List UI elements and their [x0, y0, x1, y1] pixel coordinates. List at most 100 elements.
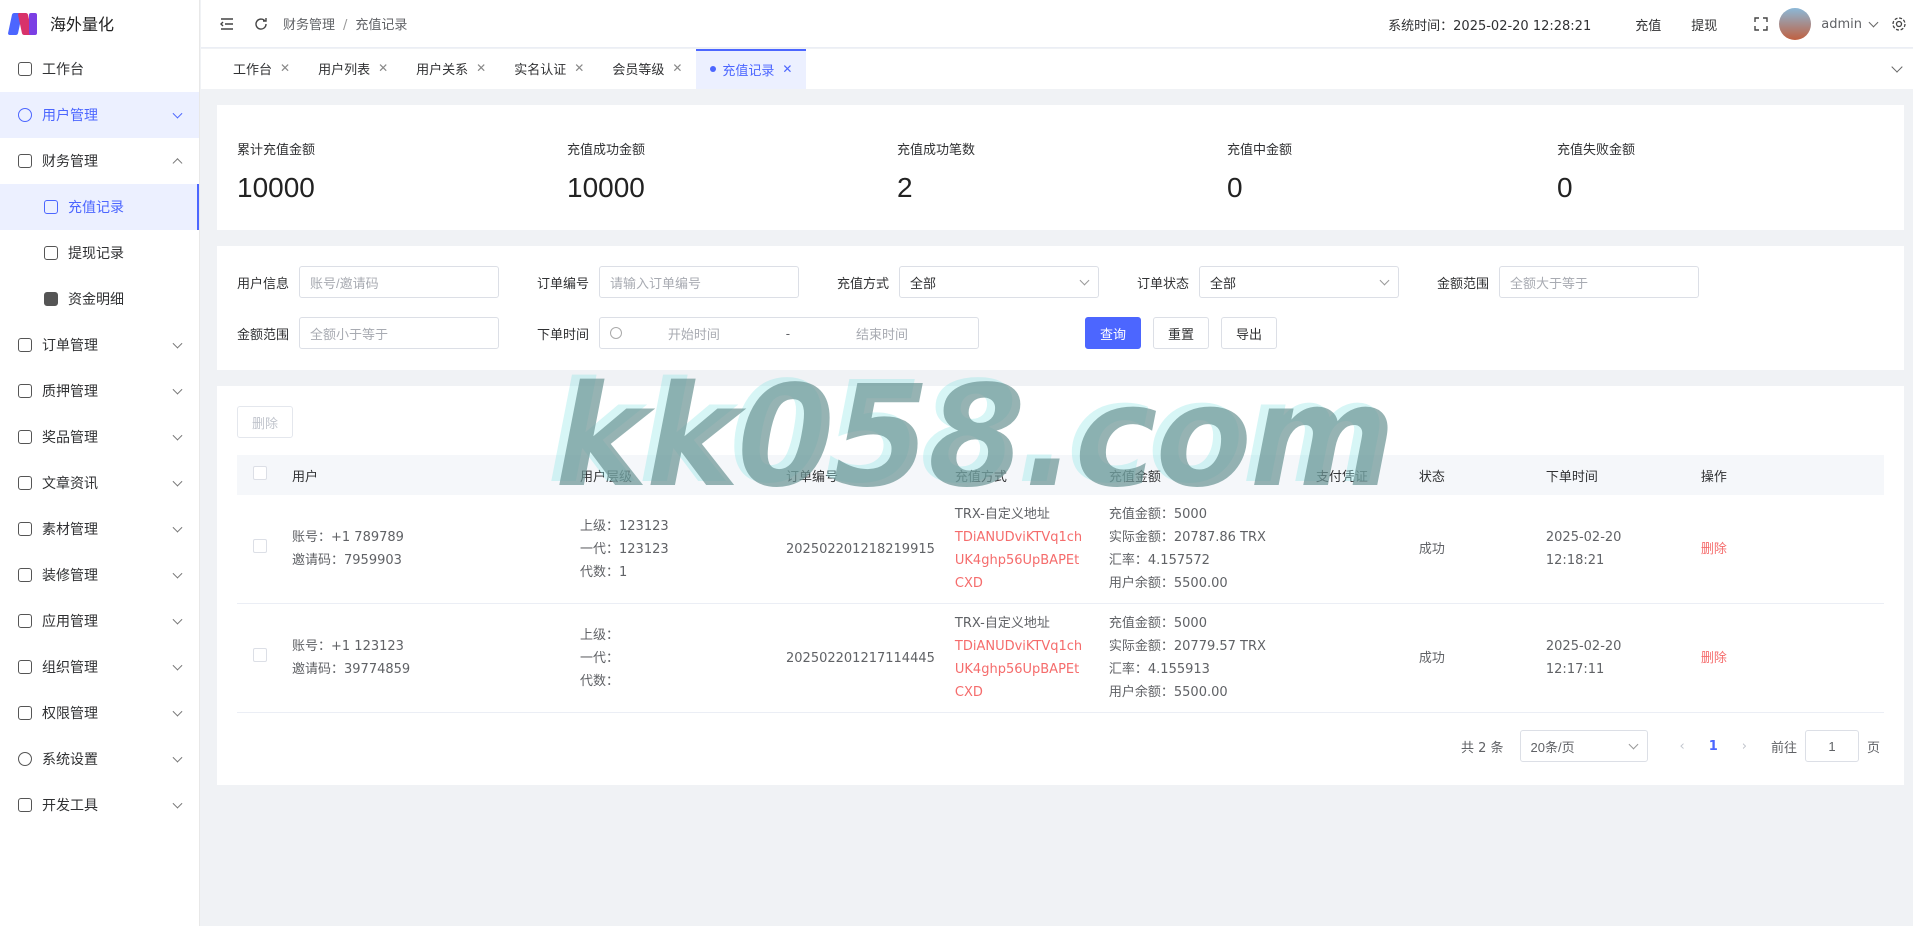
tab-workbench[interactable]: 工作台 ✕ — [219, 49, 304, 89]
tab-user-relation[interactable]: 用户关系 ✕ — [402, 49, 500, 89]
total-count: 共 2 条 — [1460, 740, 1504, 756]
tab-real-name[interactable]: 实名认证 ✕ — [500, 49, 598, 89]
amount-min-input[interactable]: 全额大于等于 — [1499, 266, 1700, 298]
close-icon[interactable]: ✕ — [782, 62, 792, 76]
chevron-down-icon[interactable] — [1868, 17, 1879, 27]
pay-method-select[interactable]: 全部 — [899, 266, 1100, 298]
pen-icon — [18, 798, 32, 812]
sidebar-item-label: 财务管理 — [42, 154, 98, 170]
goto-page-input[interactable]: 1 — [1804, 730, 1859, 762]
system-time: 系统时间：2025-02-20 12:28:21 — [1388, 18, 1592, 34]
filter-pay-method: 充值方式 全部 — [837, 266, 1100, 298]
sidebar-item-label: 提现记录 — [68, 246, 124, 262]
select-all-checkbox[interactable] — [253, 466, 267, 480]
header-checkbox[interactable] — [237, 455, 282, 495]
pay-address: UK4ghp56UpBAPEt — [954, 662, 1080, 677]
close-icon[interactable]: ✕ — [574, 61, 584, 75]
stats-card: 累计充值金额 10000 充值成功金额 10000 充值成功笔数 2 充值中金额 0 充… — [217, 105, 1904, 230]
stat-label: 充值失败金额 — [1557, 143, 1636, 158]
query-button[interactable]: 查询 — [1085, 317, 1142, 349]
stat-pending-amount: 充值中金额 0 — [1227, 139, 1292, 204]
col-user-level: 用户层级 — [570, 455, 776, 495]
order-no-input[interactable]: 请输入订单编号 — [599, 266, 800, 298]
level-generation: 代数：1 — [580, 561, 766, 584]
tab-member-level[interactable]: 会员等级 ✕ — [598, 49, 696, 89]
reset-button[interactable]: 重置 — [1153, 317, 1210, 349]
stat-value: 2 — [897, 172, 913, 203]
breadcrumb-item[interactable]: 财务管理 — [283, 18, 335, 33]
gear-icon[interactable] — [1891, 16, 1907, 32]
monitor-icon — [18, 62, 32, 76]
tab-label: 用户关系 — [416, 62, 469, 78]
sidebar-item-label: 资金明细 — [68, 292, 124, 308]
sidebar-item-dev-tools[interactable]: 开发工具 — [0, 782, 199, 828]
sidebar-item-organization[interactable]: 组织管理 — [0, 644, 199, 690]
order-status-select[interactable]: 全部 — [1199, 266, 1400, 298]
withdraw-link[interactable]: 提现 — [1691, 15, 1717, 34]
sidebar-item-articles[interactable]: 文章资讯 — [0, 460, 199, 506]
status-text: 成功 — [1408, 603, 1536, 713]
sidebar-item-decoration[interactable]: 装修管理 — [0, 552, 199, 598]
recharge-amount: 充值金额：5000 — [1108, 507, 1207, 522]
sidebar-item-prizes[interactable]: 奖品管理 — [0, 414, 199, 460]
fullscreen-icon[interactable] — [1753, 16, 1769, 32]
row-checkbox[interactable] — [253, 538, 267, 553]
delete-link[interactable]: 删除 — [1701, 651, 1727, 666]
active-dot — [710, 66, 717, 72]
page-size-select[interactable]: 20条/页 — [1519, 730, 1648, 762]
sidebar-item-settings[interactable]: 系统设置 — [0, 736, 199, 782]
refresh-icon[interactable] — [253, 16, 269, 32]
amount-max-input[interactable]: 全额小于等于 — [299, 317, 500, 349]
page-number-current[interactable]: 1 — [1709, 739, 1718, 754]
tab-user-list[interactable]: 用户列表 ✕ — [304, 49, 402, 89]
sidebar-item-fund-details[interactable]: 资金明细 — [0, 276, 199, 322]
close-icon[interactable]: ✕ — [378, 61, 388, 75]
sidebar-item-permissions[interactable]: 权限管理 — [0, 690, 199, 736]
end-time[interactable]: 结束时间 — [856, 324, 908, 343]
sidebar-item-user-management[interactable]: 用户管理 — [0, 92, 199, 138]
pagination: 共 2 条 20条/页 ‹ 1 › 前往 1 页 — [1461, 730, 1880, 762]
chevron-down-icon — [172, 614, 183, 625]
sidebar-item-label: 组织管理 — [42, 660, 98, 676]
sidebar-item-finance[interactable]: 财务管理 — [0, 138, 199, 184]
generation-count: 1 — [619, 564, 628, 580]
filter-card: 用户信息 账号/邀请码 订单编号 请输入订单编号 充值方式 全部 订单状态 全部… — [217, 246, 1904, 370]
close-icon[interactable]: ✕ — [672, 61, 682, 75]
recharge-amount: 充值金额：5000 — [1108, 616, 1207, 631]
export-button[interactable]: 导出 — [1221, 317, 1278, 349]
sidebar-item-label: 用户管理 — [42, 108, 98, 124]
start-time[interactable]: 开始时间 — [668, 324, 720, 343]
batch-delete-button[interactable]: 删除 — [237, 406, 294, 438]
generation-label: 代数： — [580, 564, 620, 580]
avatar[interactable] — [1779, 8, 1812, 40]
actual-amount: 实际金额：20779.57 TRX — [1108, 639, 1266, 654]
sidebar-item-withdraw-records[interactable]: 提现记录 — [0, 230, 199, 276]
delete-link[interactable]: 删除 — [1701, 542, 1727, 557]
close-icon[interactable]: ✕ — [280, 61, 290, 75]
date-range-picker[interactable]: 开始时间 - 结束时间 — [599, 317, 980, 349]
sidebar-item-label: 充值记录 — [68, 200, 124, 216]
header-actions: 系统时间：2025-02-20 12:28:21 充值 提现 admin — [1388, 0, 1913, 48]
sidebar-item-label: 工作台 — [42, 62, 84, 78]
sidebar-item-apps[interactable]: 应用管理 — [0, 598, 199, 644]
sidebar-item-pledge[interactable]: 质押管理 — [0, 368, 199, 414]
collapse-menu-icon[interactable] — [219, 16, 235, 32]
filter-order-time: 下单时间 开始时间 - 结束时间 — [537, 317, 980, 349]
next-page-icon[interactable]: › — [1742, 739, 1747, 754]
close-icon[interactable]: ✕ — [476, 61, 486, 75]
chevron-down-icon[interactable] — [1891, 61, 1903, 73]
sidebar-item-recharge-records[interactable]: 充值记录 — [0, 184, 199, 230]
tab-recharge-records[interactable]: 充值记录 ✕ — [696, 49, 807, 89]
user-account: 账号：+1 789789 — [292, 530, 404, 545]
page-unit-label: 页 — [1866, 740, 1880, 756]
sidebar-item-materials[interactable]: 素材管理 — [0, 506, 199, 552]
row-checkbox[interactable] — [253, 647, 267, 662]
recharge-link[interactable]: 充值 — [1635, 15, 1661, 34]
col-status: 状态 — [1408, 455, 1536, 495]
prev-page-icon[interactable]: ‹ — [1680, 739, 1685, 754]
username[interactable]: admin — [1821, 17, 1862, 32]
sidebar-item-workbench[interactable]: 工作台 — [0, 46, 199, 92]
table-header: 用户 用户层级 订单编号 充值方式 充值金额 支付凭证 状态 下单时间 操作 — [237, 455, 1884, 495]
sidebar-item-orders[interactable]: 订单管理 — [0, 322, 199, 368]
user-info-input[interactable]: 账号/邀请码 — [299, 266, 500, 298]
